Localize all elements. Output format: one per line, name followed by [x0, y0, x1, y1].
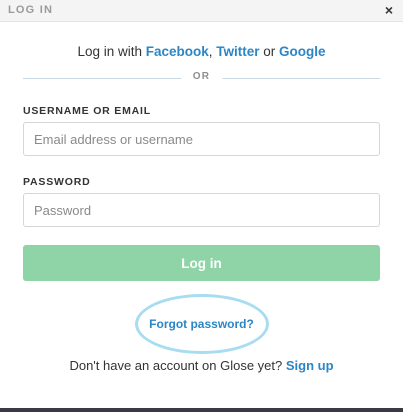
google-link[interactable]: Google [279, 44, 326, 59]
signup-link[interactable]: Sign up [286, 358, 334, 373]
social-separator-2: or [259, 44, 280, 59]
close-icon[interactable]: × [381, 2, 397, 18]
divider-label: OR [180, 71, 223, 82]
bottom-bar [0, 408, 403, 412]
forgot-password-link[interactable]: Forgot password? [0, 317, 403, 331]
login-button[interactable]: Log in [23, 245, 380, 281]
social-prefix: Log in with [77, 44, 146, 59]
modal-title: LOG IN [8, 4, 54, 16]
login-modal: LOG IN × Log in with Facebook, Twitter o… [0, 0, 403, 412]
signup-line: Don't have an account on Glose yet? Sign… [0, 358, 403, 373]
signup-prompt: Don't have an account on Glose yet? [69, 358, 286, 373]
username-input[interactable] [23, 122, 380, 156]
twitter-link[interactable]: Twitter [216, 44, 259, 59]
password-label: PASSWORD [23, 176, 91, 188]
password-input[interactable] [23, 193, 380, 227]
or-divider: OR [23, 71, 380, 82]
username-label: USERNAME OR EMAIL [23, 105, 151, 117]
facebook-link[interactable]: Facebook [146, 44, 209, 59]
social-login-line: Log in with Facebook, Twitter or Google [0, 44, 403, 59]
modal-header: LOG IN × [0, 0, 403, 22]
